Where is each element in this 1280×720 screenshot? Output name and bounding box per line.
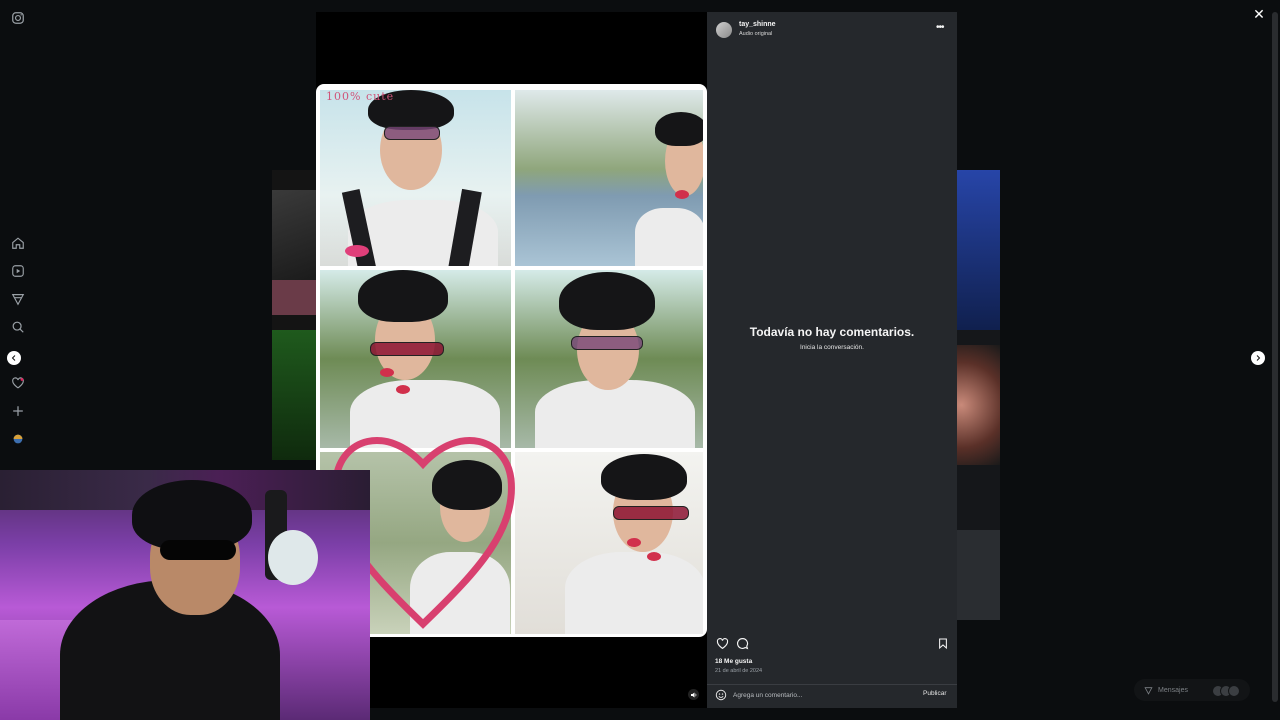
emoji-icon[interactable] <box>715 688 727 701</box>
more-options-icon[interactable]: ••• <box>936 22 944 33</box>
direct-icon <box>1144 686 1153 695</box>
sunglasses <box>160 540 236 560</box>
publish-button[interactable]: Publicar <box>923 690 946 697</box>
message-avatars <box>1212 685 1242 697</box>
home-icon[interactable] <box>10 235 26 251</box>
divider <box>707 684 957 685</box>
heart-icon[interactable] <box>715 636 729 650</box>
reels-icon[interactable] <box>10 263 26 279</box>
previous-post-preview[interactable] <box>272 170 316 460</box>
preview-image <box>272 330 316 460</box>
heart-icon[interactable] <box>10 375 26 391</box>
preview-image <box>957 345 1000 465</box>
collage-photo <box>320 90 511 266</box>
messages-label: Mensajes <box>1158 686 1188 694</box>
collage-photo <box>515 270 703 448</box>
preview-image <box>272 190 316 280</box>
empty-comments-title: Todavía no hay comentarios. <box>749 325 915 339</box>
likes-count[interactable]: 18 Me gusta <box>715 658 752 665</box>
scrollbar[interactable] <box>1272 12 1278 702</box>
sticker-text: 100% cute <box>326 90 395 103</box>
instagram-icon[interactable] <box>10 10 26 26</box>
search-icon[interactable] <box>10 319 26 335</box>
preview-image <box>957 170 1000 330</box>
comments-panel: tay_shinne Audio original ••• Todavía no… <box>707 12 957 708</box>
collage-photo <box>515 90 703 266</box>
preview-image <box>272 280 316 315</box>
comment-icon[interactable] <box>735 636 749 650</box>
explore-icon[interactable] <box>10 291 26 307</box>
comment-input[interactable] <box>733 689 913 701</box>
collage-photo <box>515 452 703 634</box>
post-date: 21 de abril de 2024 <box>715 668 763 674</box>
webcam-overlay <box>0 470 370 720</box>
post-image-collage[interactable]: 100% cute <box>316 84 707 637</box>
close-icon[interactable]: ✕ <box>1252 7 1266 21</box>
bookmark-icon[interactable] <box>936 636 950 650</box>
mute-icon[interactable] <box>688 689 699 700</box>
messages-button[interactable]: Mensajes <box>1134 679 1250 701</box>
avatar[interactable] <box>716 22 732 38</box>
next-post-preview[interactable] <box>957 170 1000 620</box>
username[interactable]: tay_shinne <box>739 21 776 28</box>
preview-image <box>957 530 1000 620</box>
plush-toy <box>268 530 318 585</box>
create-icon[interactable] <box>10 403 26 419</box>
chevron-left-icon[interactable] <box>7 351 21 365</box>
audio-label[interactable]: Audio original <box>739 31 772 37</box>
empty-comments-subtitle: Inicia la conversación. <box>800 344 864 351</box>
profile-icon[interactable] <box>10 431 26 447</box>
chevron-right-icon[interactable] <box>1251 351 1265 365</box>
